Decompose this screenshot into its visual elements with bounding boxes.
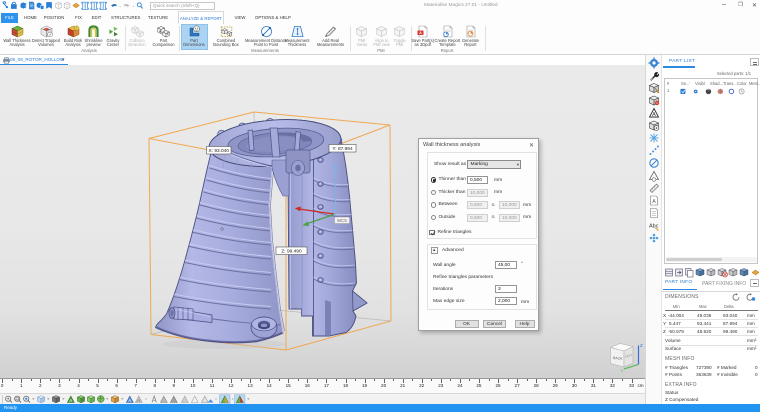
svg-text:X: 93.040: X: 93.040 (208, 148, 229, 154)
svg-text:WCS: WCS (337, 218, 347, 223)
svg-text:Z: 99.490: Z: 99.490 (281, 249, 302, 255)
svg-text:Z: Z (640, 343, 643, 348)
svg-text:A: A (128, 398, 131, 403)
svg-text:A: A (137, 398, 140, 403)
svg-text:A: A (69, 398, 72, 403)
svg-text:Abc: Abc (649, 224, 659, 230)
svg-text:A: A (652, 112, 656, 118)
svg-text:!: ! (76, 26, 77, 30)
svg-text:Y: 87.994: Y: 87.994 (332, 146, 353, 152)
svg-text:Y: Y (621, 369, 624, 374)
svg-text:BACK: BACK (613, 356, 623, 361)
